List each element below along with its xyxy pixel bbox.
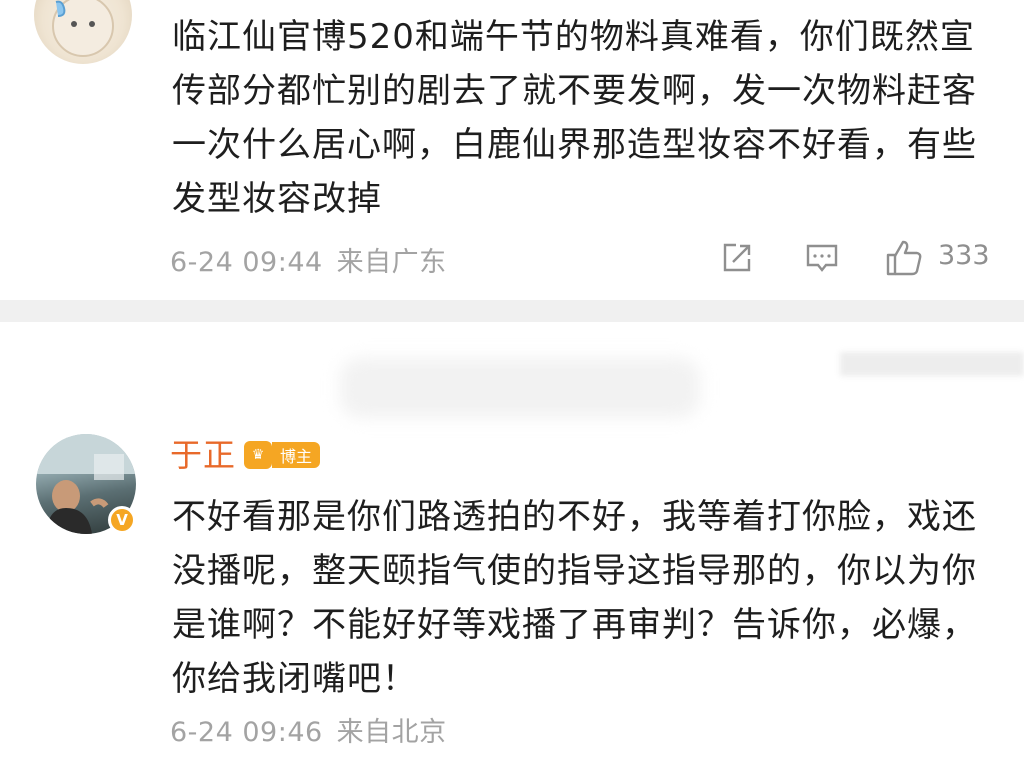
reply-button[interactable]: [804, 238, 840, 278]
author-name[interactable]: 于正: [170, 430, 236, 476]
blurred-region-right: [840, 352, 1024, 376]
share-button[interactable]: [720, 238, 754, 278]
comment-time: 6-24 09:46: [170, 717, 323, 748]
comment-text: 不好看那是你们路透拍的不好，我等着打你脸，戏还没播呢，整天颐指气使的指导这指导那…: [172, 497, 977, 699]
comment-location: 来自北京: [336, 717, 447, 748]
comment-location: 来自广东: [336, 247, 447, 278]
comment-meta: 6-24 09:44 来自广东: [170, 240, 447, 279]
badge-label: 博主: [272, 442, 321, 468]
blurred-region: [340, 358, 700, 418]
comment-meta: 6-24 09:46 来自北京: [170, 710, 447, 749]
crown-icon: ♛: [244, 441, 272, 469]
blogger-badge: ♛ 博主: [244, 440, 321, 470]
comment-time: 6-24 09:44: [170, 247, 323, 278]
like-button[interactable]: [884, 238, 924, 278]
share-icon: [723, 243, 751, 272]
comment-text: 临江仙官博520和端午节的物料真难看，你们既然宣传部分都忙别的剧去了就不要发啊，…: [172, 17, 977, 219]
like-count: 333: [938, 240, 990, 271]
reply-icon: [806, 244, 838, 272]
comment-divider: [0, 300, 1024, 322]
verified-badge-icon: V: [108, 506, 136, 534]
user-avatar[interactable]: [34, 0, 132, 64]
like-icon: [886, 240, 922, 276]
